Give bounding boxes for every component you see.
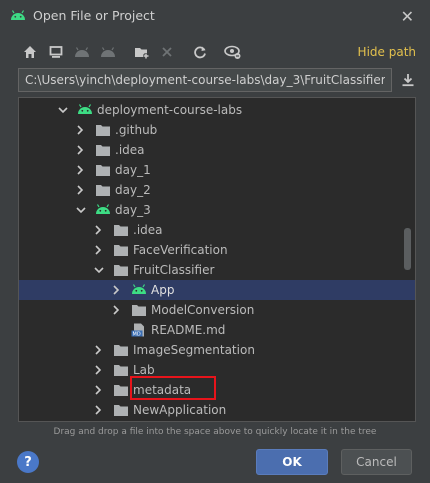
- tree-item-label: NewApplication: [133, 403, 227, 417]
- chevron-right-icon[interactable]: [93, 364, 103, 376]
- tree-item-label: day_2: [115, 183, 151, 197]
- home-icon[interactable]: [20, 42, 40, 62]
- tree-item-label: App: [151, 283, 175, 297]
- android-icon: [95, 203, 111, 217]
- chevron-right-icon[interactable]: [93, 224, 103, 236]
- path-field[interactable]: [18, 68, 392, 92]
- title-bar: Open File or Project ✕: [0, 0, 430, 32]
- folder-icon: [113, 383, 129, 397]
- new-folder-icon[interactable]: [132, 42, 152, 62]
- cancel-button[interactable]: Cancel: [341, 449, 412, 475]
- download-icon[interactable]: [398, 70, 418, 90]
- svg-text:MD: MD: [133, 332, 141, 338]
- android-icon: [77, 103, 93, 117]
- chevron-down-icon[interactable]: [57, 104, 68, 116]
- tree-row[interactable]: .idea: [19, 140, 403, 160]
- tree-row[interactable]: MD README.md: [19, 320, 403, 340]
- tree-row[interactable]: day_1: [19, 160, 403, 180]
- tree-item-label: deployment-course-labs: [97, 103, 243, 117]
- android-project-icon[interactable]: [72, 42, 92, 62]
- chevron-right-icon[interactable]: [93, 344, 103, 356]
- chevron-right-icon[interactable]: [111, 304, 121, 316]
- chevron-right-icon[interactable]: [93, 384, 103, 396]
- tree-item-label: .github: [115, 123, 158, 137]
- tree-row[interactable]: App: [19, 280, 415, 300]
- markdown-file-icon: MD: [131, 323, 147, 338]
- delete-icon[interactable]: [157, 42, 177, 62]
- tree-item-label: day_3: [115, 203, 151, 217]
- folder-icon: [95, 183, 111, 197]
- dialog-title: Open File or Project: [33, 8, 155, 23]
- folder-icon: [113, 343, 129, 357]
- red-highlight-box: [130, 376, 216, 400]
- tree-row[interactable]: FaceVerification: [19, 240, 403, 260]
- folder-icon: [95, 163, 111, 177]
- hide-path-link[interactable]: Hide path: [358, 45, 416, 59]
- android-module-icon[interactable]: [98, 42, 118, 62]
- folder-icon: [113, 403, 129, 417]
- chevron-right-icon[interactable]: [75, 144, 85, 156]
- tree-item-label: ModelConversion: [151, 303, 255, 317]
- tree-row[interactable]: day_2: [19, 180, 403, 200]
- file-tree[interactable]: deployment-course-labs .github .idea day_1d…: [18, 97, 416, 422]
- folder-icon: [113, 243, 129, 257]
- tree-row[interactable]: .idea: [19, 220, 403, 240]
- chevron-right-icon[interactable]: [93, 244, 103, 256]
- refresh-icon[interactable]: [190, 42, 210, 62]
- tree-row[interactable]: deployment-course-labs: [19, 100, 403, 120]
- folder-icon: [95, 143, 111, 157]
- tree-row[interactable]: day_3: [19, 200, 403, 220]
- folder-icon: [95, 123, 111, 137]
- chevron-down-icon[interactable]: [75, 204, 86, 216]
- tree-item-label: Lab: [133, 363, 155, 377]
- close-icon[interactable]: ✕: [401, 7, 414, 26]
- chevron-right-icon[interactable]: [75, 124, 85, 136]
- chevron-right-icon[interactable]: [75, 164, 85, 176]
- toolbar: Hide path: [0, 38, 430, 66]
- help-button[interactable]: ?: [17, 451, 39, 473]
- tree-item-label: FruitClassifier: [133, 263, 215, 277]
- tree-row[interactable]: .github: [19, 120, 403, 140]
- chevron-right-icon[interactable]: [75, 184, 85, 196]
- drag-drop-hint: Drag and drop a file into the space abov…: [53, 427, 377, 437]
- ok-button[interactable]: OK: [256, 449, 328, 475]
- chevron-down-icon[interactable]: [93, 264, 104, 276]
- show-hidden-icon[interactable]: [223, 42, 243, 62]
- tree-row[interactable]: ModelConversion: [19, 300, 403, 320]
- tree-item-label: day_1: [115, 163, 151, 177]
- tree-item-label: README.md: [151, 323, 226, 337]
- chevron-right-icon[interactable]: [111, 284, 121, 296]
- tree-item-label: .idea: [133, 223, 163, 237]
- tree-row[interactable]: NewApplication: [19, 400, 403, 420]
- folder-icon: [113, 263, 129, 277]
- folder-icon: [113, 363, 129, 377]
- android-icon: [131, 283, 147, 297]
- chevron-right-icon[interactable]: [93, 404, 103, 416]
- tree-item-label: FaceVerification: [133, 243, 228, 257]
- desktop-icon[interactable]: [46, 42, 66, 62]
- tree-scrollbar[interactable]: [404, 228, 411, 270]
- tree-item-label: .idea: [115, 143, 145, 157]
- folder-icon: [131, 303, 147, 317]
- tree-item-label: ImageSegmentation: [133, 343, 255, 357]
- android-logo-icon: [11, 10, 25, 20]
- path-input[interactable]: [25, 73, 385, 87]
- folder-icon: [113, 223, 129, 237]
- tree-row[interactable]: ImageSegmentation: [19, 340, 403, 360]
- tree-row[interactable]: FruitClassifier: [19, 260, 403, 280]
